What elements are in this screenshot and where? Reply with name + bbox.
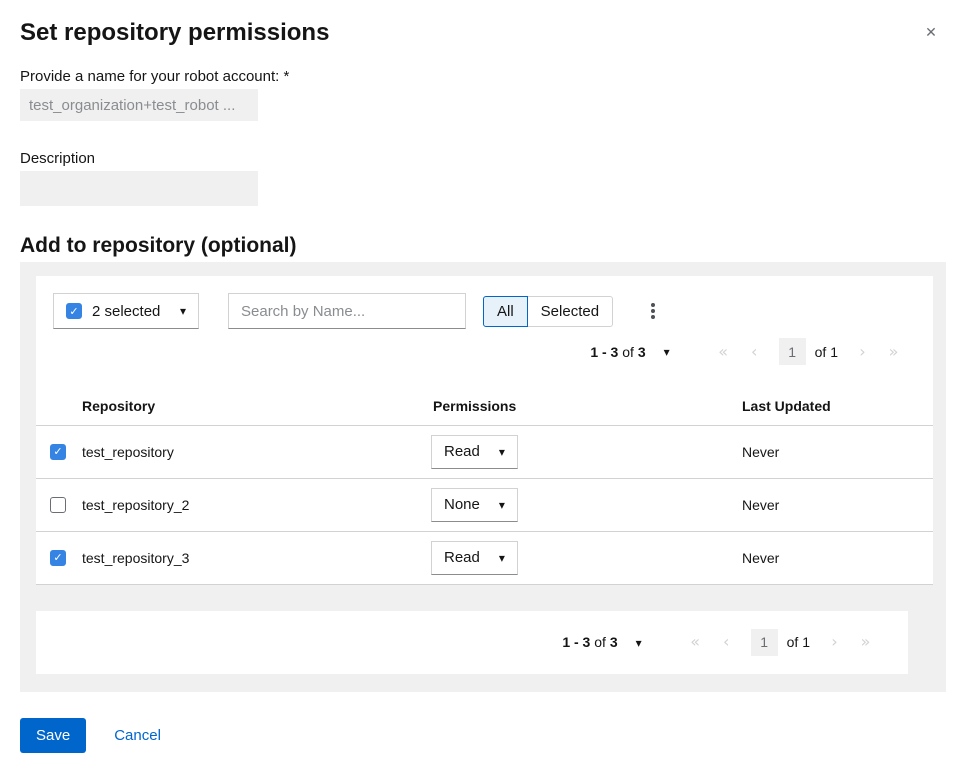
bulk-select-checkbox[interactable]: ✓ [66, 303, 82, 319]
toggle-all-button[interactable]: All [483, 296, 528, 327]
angle-left-icon: ‹ [751, 342, 757, 361]
pagination-of-pages: of 1 [815, 344, 838, 360]
angle-double-right-icon: » [889, 342, 899, 361]
repository-panel: ✓ 2 selected ▾ All Selected 1 - 3 of 3 [20, 262, 946, 692]
next-page-button[interactable]: › [819, 629, 850, 656]
pagination-menu-toggle[interactable]: ▾ [636, 635, 642, 650]
table-row: ✓ test_repository_3 Read ▾ Never [36, 531, 933, 584]
repository-name: test_repository_2 [82, 478, 431, 531]
next-page-button[interactable]: › [847, 338, 878, 365]
caret-down-icon: ▾ [180, 305, 186, 317]
table-toolbar: ✓ 2 selected ▾ All Selected [36, 276, 933, 329]
column-header-permissions: Permissions [431, 388, 742, 425]
description-input[interactable] [20, 171, 258, 206]
prev-page-button[interactable]: ‹ [711, 629, 742, 656]
pagination-menu-toggle[interactable]: ▾ [664, 344, 670, 359]
angle-left-icon: ‹ [723, 632, 729, 651]
row-checkbox[interactable]: ✓ [50, 550, 66, 566]
robot-name-input[interactable] [20, 89, 258, 121]
repository-name: test_repository_3 [82, 531, 431, 584]
angle-double-right-icon: » [861, 632, 871, 651]
close-button[interactable]: ✕ [920, 22, 942, 44]
page-number-input[interactable] [779, 338, 806, 365]
pagination-nav: « ‹ of 1 › » [708, 338, 909, 365]
caret-down-icon: ▾ [499, 552, 505, 564]
caret-down-icon: ▾ [499, 499, 505, 511]
permission-select[interactable]: None ▾ [431, 488, 518, 522]
last-page-button[interactable]: » [850, 629, 881, 656]
pagination-top: 1 - 3 of 3 ▾ « ‹ of 1 › » [36, 335, 909, 368]
modal-footer: Save Cancel [20, 718, 946, 753]
permission-select[interactable]: Read ▾ [431, 435, 518, 469]
last-updated-value: Never [742, 425, 933, 478]
permission-select[interactable]: Read ▾ [431, 541, 518, 575]
save-button[interactable]: Save [20, 718, 86, 753]
toggle-selected-button[interactable]: Selected [527, 296, 613, 327]
last-updated-value: Never [742, 531, 933, 584]
first-page-button[interactable]: « [680, 629, 711, 656]
table-row: ✓ test_repository Read ▾ Never [36, 425, 933, 478]
kebab-icon [651, 303, 655, 319]
pagination-range: 1 - 3 of 3 [562, 634, 617, 650]
robot-name-label: Provide a name for your robot account: * [20, 68, 946, 86]
angle-right-icon: › [831, 632, 837, 651]
kebab-menu-button[interactable] [641, 293, 665, 329]
permission-label: Read [444, 549, 480, 566]
pagination-nav: « ‹ of 1 › » [680, 629, 881, 656]
column-header-checkbox [36, 388, 82, 425]
check-icon: ✓ [53, 552, 62, 563]
section-heading: Add to repository (optional) [20, 232, 946, 260]
table-row: ✓ test_repository_2 None ▾ Never [36, 478, 933, 531]
caret-down-icon: ▾ [636, 636, 642, 650]
check-icon: ✓ [69, 306, 78, 317]
pagination-of-pages: of 1 [787, 634, 810, 650]
cancel-button[interactable]: Cancel [114, 727, 161, 744]
repository-table-block: ✓ 2 selected ▾ All Selected 1 - 3 of 3 [36, 276, 933, 585]
angle-double-left-icon: « [690, 632, 700, 651]
permission-label: None [444, 496, 480, 513]
caret-down-icon: ▾ [664, 345, 670, 359]
page-number-input[interactable] [751, 629, 778, 656]
pagination-range: 1 - 3 of 3 [590, 344, 645, 360]
last-updated-value: Never [742, 478, 933, 531]
repository-table: Repository Permissions Last Updated ✓ te… [36, 388, 933, 585]
angle-double-left-icon: « [718, 342, 728, 361]
column-header-repository: Repository [82, 388, 431, 425]
first-page-button[interactable]: « [708, 338, 739, 365]
caret-down-icon: ▾ [499, 446, 505, 458]
close-icon: ✕ [925, 25, 937, 41]
filter-toggle-group: All Selected [483, 296, 613, 327]
angle-right-icon: › [859, 342, 865, 361]
bulk-select-dropdown[interactable]: ✓ 2 selected ▾ [53, 293, 199, 329]
column-header-last-updated: Last Updated [742, 388, 933, 425]
page-title: Set repository permissions [20, 18, 946, 48]
row-checkbox[interactable]: ✓ [50, 497, 66, 513]
permission-label: Read [444, 443, 480, 460]
pagination-bottom: 1 - 3 of 3 ▾ « ‹ of 1 › » [562, 629, 881, 656]
repository-name: test_repository [82, 425, 431, 478]
row-checkbox[interactable]: ✓ [50, 444, 66, 460]
last-page-button[interactable]: » [878, 338, 909, 365]
bulk-select-label: 2 selected [92, 303, 160, 320]
check-icon: ✓ [53, 446, 62, 457]
table-header-row: Repository Permissions Last Updated [36, 388, 933, 425]
description-label: Description [20, 150, 946, 168]
search-input[interactable] [228, 293, 466, 329]
prev-page-button[interactable]: ‹ [739, 338, 770, 365]
required-asterisk: * [283, 68, 289, 85]
pagination-bottom-bar: 1 - 3 of 3 ▾ « ‹ of 1 › » [36, 611, 908, 674]
